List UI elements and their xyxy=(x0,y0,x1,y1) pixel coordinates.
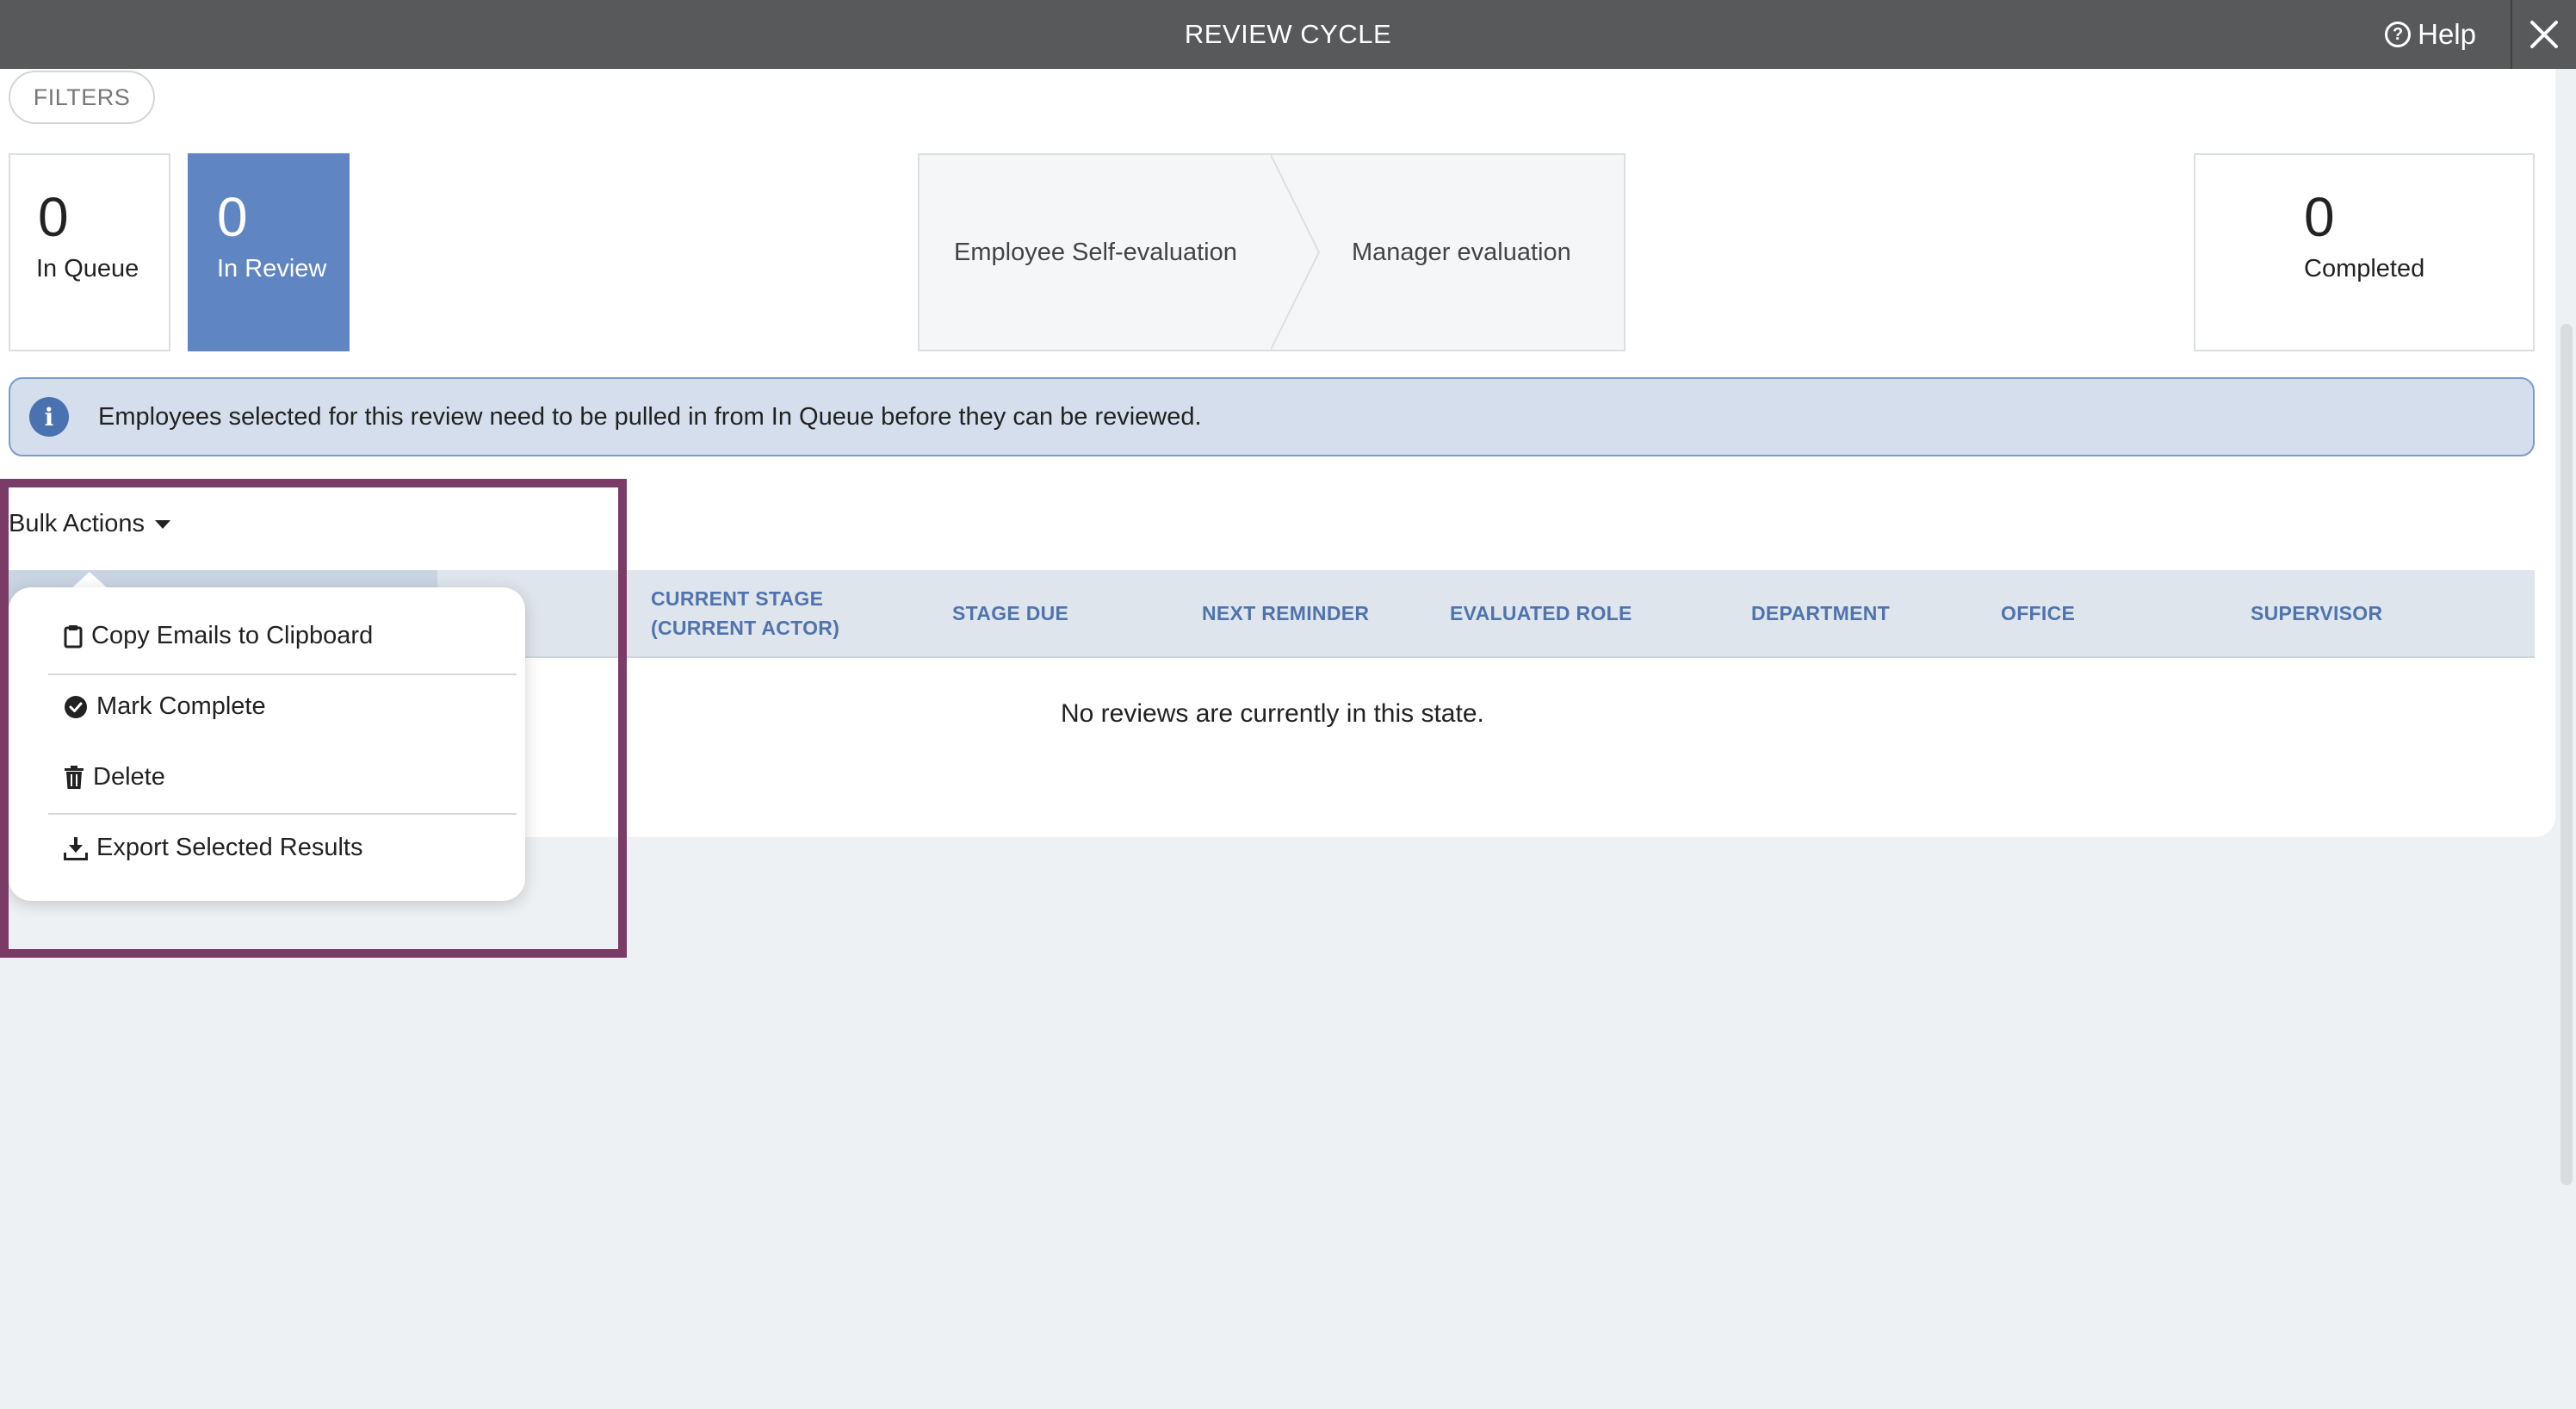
top-bar: REVIEW CYCLE ? Help xyxy=(0,0,2576,69)
column-current-stage-line1: CURRENT STAGE xyxy=(651,587,824,610)
column-department[interactable]: DEPARTMENT xyxy=(1751,570,1890,656)
scrollbar-thumb[interactable] xyxy=(2561,324,2573,1185)
stage-employee-self-evaluation[interactable]: Employee Self-evaluation xyxy=(954,155,1237,350)
page-title: REVIEW CYCLE xyxy=(1184,19,1392,49)
close-icon xyxy=(2527,17,2561,52)
help-label: Help xyxy=(2418,18,2476,50)
column-next-reminder[interactable]: NEXT REMINDER xyxy=(1202,570,1369,656)
column-evaluated-role[interactable]: EVALUATED ROLE xyxy=(1450,570,1632,656)
close-button[interactable] xyxy=(2511,0,2576,69)
highlight-annotation-box xyxy=(0,479,627,958)
info-banner: i Employees selected for this review nee… xyxy=(9,377,2535,456)
empty-table-message: No reviews are currently in this state. xyxy=(1061,699,1484,728)
in-review-label: In Review xyxy=(217,255,327,282)
column-stage-due[interactable]: STAGE DUE xyxy=(952,570,1068,656)
info-banner-text: Employees selected for this review need … xyxy=(98,402,1202,431)
column-current-stage[interactable]: CURRENT STAGE (CURRENT ACTOR) xyxy=(651,570,839,656)
stage-chevron-icon xyxy=(1271,155,1321,350)
completed-label: Completed xyxy=(2304,255,2425,282)
stat-completed[interactable]: 0 Completed xyxy=(2194,153,2535,351)
in-review-count: 0 xyxy=(217,186,248,248)
in-queue-count: 0 xyxy=(38,186,69,248)
filters-button[interactable]: FILTERS xyxy=(9,71,155,124)
in-queue-label: In Queue xyxy=(36,255,139,282)
info-icon: i xyxy=(29,397,69,437)
column-supervisor[interactable]: SUPERVISOR xyxy=(2251,570,2382,656)
scrollbar[interactable] xyxy=(2555,69,2576,1409)
help-button[interactable]: ? Help xyxy=(2385,0,2476,69)
completed-count: 0 xyxy=(2304,186,2335,248)
question-circle-icon: ? xyxy=(2385,22,2412,47)
stat-in-queue[interactable]: 0 In Queue xyxy=(9,153,170,351)
stage-progress: Employee Self-evaluation Manager evaluat… xyxy=(918,153,1625,351)
column-office[interactable]: OFFICE xyxy=(2001,570,2075,656)
stage-manager-evaluation[interactable]: Manager evaluation xyxy=(1352,155,1571,350)
stat-in-review[interactable]: 0 In Review xyxy=(188,153,350,351)
column-current-stage-line2: (CURRENT ACTOR) xyxy=(651,617,840,639)
